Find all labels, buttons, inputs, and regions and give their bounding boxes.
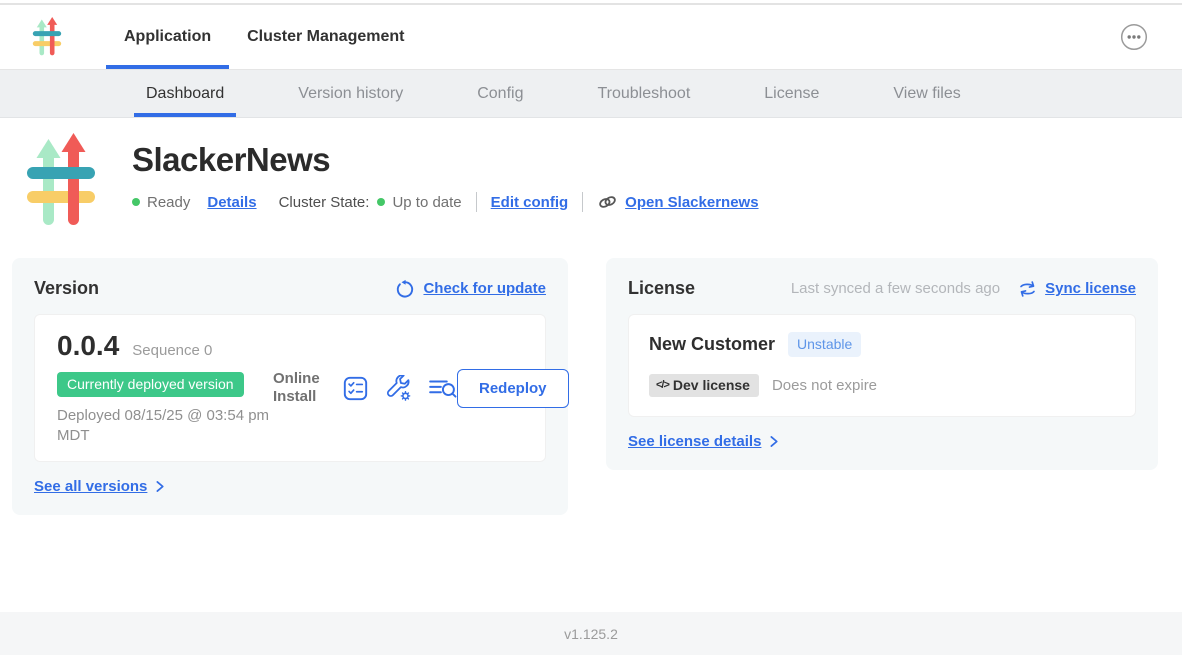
divider bbox=[582, 192, 583, 212]
subnav-view-files[interactable]: View files bbox=[881, 70, 972, 117]
edit-config-link[interactable]: Edit config bbox=[491, 194, 569, 211]
console-version: v1.125.2 bbox=[564, 626, 618, 642]
subnav-view-files-label: View files bbox=[893, 85, 960, 103]
subnav-version-history[interactable]: Version history bbox=[286, 70, 415, 117]
subnav-config[interactable]: Config bbox=[465, 70, 535, 117]
edit-config-button[interactable] bbox=[385, 375, 412, 402]
app-logo-large bbox=[20, 133, 102, 229]
app-header: SlackerNews Ready Details Cluster State:… bbox=[0, 118, 1182, 229]
subnav-troubleshoot-label: Troubleshoot bbox=[597, 85, 690, 103]
version-action-icons bbox=[342, 375, 457, 402]
license-card: License Last synced a few seconds ago bbox=[606, 258, 1158, 470]
slackernews-logo-icon bbox=[20, 133, 102, 229]
status-details-link[interactable]: Details bbox=[207, 194, 256, 211]
top-nav-tabs: Application Cluster Management bbox=[106, 5, 422, 69]
tab-cluster-management-label: Cluster Management bbox=[247, 28, 404, 46]
slackernews-logo-icon bbox=[30, 17, 64, 57]
cluster-state-value: Up to date bbox=[392, 194, 461, 211]
see-license-details-label: See license details bbox=[628, 433, 761, 450]
view-deploy-logs-button[interactable] bbox=[428, 376, 457, 401]
logs-magnifier-icon bbox=[428, 376, 457, 401]
chevron-right-icon bbox=[767, 435, 780, 448]
customer-name: New Customer bbox=[649, 334, 775, 355]
refresh-icon bbox=[395, 279, 415, 299]
chain-link-icon bbox=[597, 193, 618, 211]
tab-cluster-management[interactable]: Cluster Management bbox=[229, 5, 422, 69]
app-ready-dot bbox=[132, 198, 140, 206]
license-details-panel: New Customer Unstable </> Dev license Do… bbox=[628, 314, 1136, 417]
subnav-dashboard-label: Dashboard bbox=[146, 85, 224, 103]
app-sub-nav: Dashboard Version history Config Trouble… bbox=[0, 70, 1182, 118]
check-for-update-action[interactable] bbox=[395, 279, 415, 299]
main-content: SlackerNews Ready Details Cluster State:… bbox=[0, 118, 1182, 655]
deployed-timestamp: Deployed 08/15/25 @ 03:54 pm MDT bbox=[57, 406, 272, 447]
last-synced-text: Last synced a few seconds ago bbox=[791, 280, 1000, 297]
cluster-state-dot bbox=[377, 198, 385, 206]
open-slackernews-link[interactable]: Open Slackernews bbox=[597, 193, 758, 211]
more-options-button[interactable] bbox=[1120, 23, 1148, 51]
license-card-title: License bbox=[628, 278, 695, 299]
top-nav: Application Cluster Management bbox=[0, 5, 1182, 70]
channel-badge: Unstable bbox=[788, 332, 861, 357]
redeploy-button[interactable]: Redeploy bbox=[457, 369, 569, 408]
checklist-icon bbox=[342, 375, 369, 402]
check-for-update-link[interactable]: Check for update bbox=[423, 280, 546, 297]
divider bbox=[476, 192, 477, 212]
subnav-troubleshoot[interactable]: Troubleshoot bbox=[585, 70, 702, 117]
open-slackernews-label: Open Slackernews bbox=[625, 194, 758, 211]
current-version-panel: 0.0.4 Sequence 0 Currently deployed vers… bbox=[34, 314, 546, 462]
app-logo-small[interactable] bbox=[30, 5, 64, 69]
subnav-license[interactable]: License bbox=[752, 70, 831, 117]
console-footer: v1.125.2 bbox=[0, 612, 1182, 655]
version-number: 0.0.4 bbox=[57, 330, 119, 362]
tab-application[interactable]: Application bbox=[106, 5, 229, 69]
dashboard-cards: Version Check for update 0.0.4 Sequ bbox=[0, 258, 1182, 515]
see-all-versions-link[interactable]: See all versions bbox=[34, 478, 546, 495]
sync-license-action[interactable] bbox=[1018, 280, 1037, 298]
app-status-row: Ready Details Cluster State: Up to date … bbox=[132, 192, 759, 212]
code-brackets-icon: </> bbox=[656, 379, 669, 391]
currently-deployed-badge: Currently deployed version bbox=[57, 372, 244, 397]
page-title: SlackerNews bbox=[132, 141, 759, 179]
see-license-details-link[interactable]: See license details bbox=[628, 433, 1136, 450]
version-card-title: Version bbox=[34, 278, 99, 299]
cluster-state-label: Cluster State: bbox=[279, 194, 370, 211]
tab-application-label: Application bbox=[124, 28, 211, 46]
sync-license-link[interactable]: Sync license bbox=[1045, 280, 1136, 297]
app-ready-label: Ready bbox=[147, 194, 190, 211]
license-expiration: Does not expire bbox=[772, 377, 877, 394]
version-sequence: Sequence 0 bbox=[132, 342, 212, 359]
subnav-license-label: License bbox=[764, 85, 819, 103]
license-type-label: Dev license bbox=[673, 377, 750, 393]
subnav-config-label: Config bbox=[477, 85, 523, 103]
license-type-badge: </> Dev license bbox=[649, 374, 759, 397]
version-card: Version Check for update 0.0.4 Sequ bbox=[12, 258, 568, 515]
ellipsis-circle-icon bbox=[1120, 23, 1148, 51]
preflight-checks-button[interactable] bbox=[342, 375, 369, 402]
install-type-label: Online Install bbox=[273, 370, 328, 408]
wrench-gear-icon bbox=[385, 375, 412, 402]
chevron-right-icon bbox=[153, 480, 166, 493]
sync-arrows-icon bbox=[1018, 280, 1037, 298]
subnav-dashboard[interactable]: Dashboard bbox=[134, 70, 236, 117]
subnav-version-history-label: Version history bbox=[298, 85, 403, 103]
see-all-versions-label: See all versions bbox=[34, 478, 147, 495]
